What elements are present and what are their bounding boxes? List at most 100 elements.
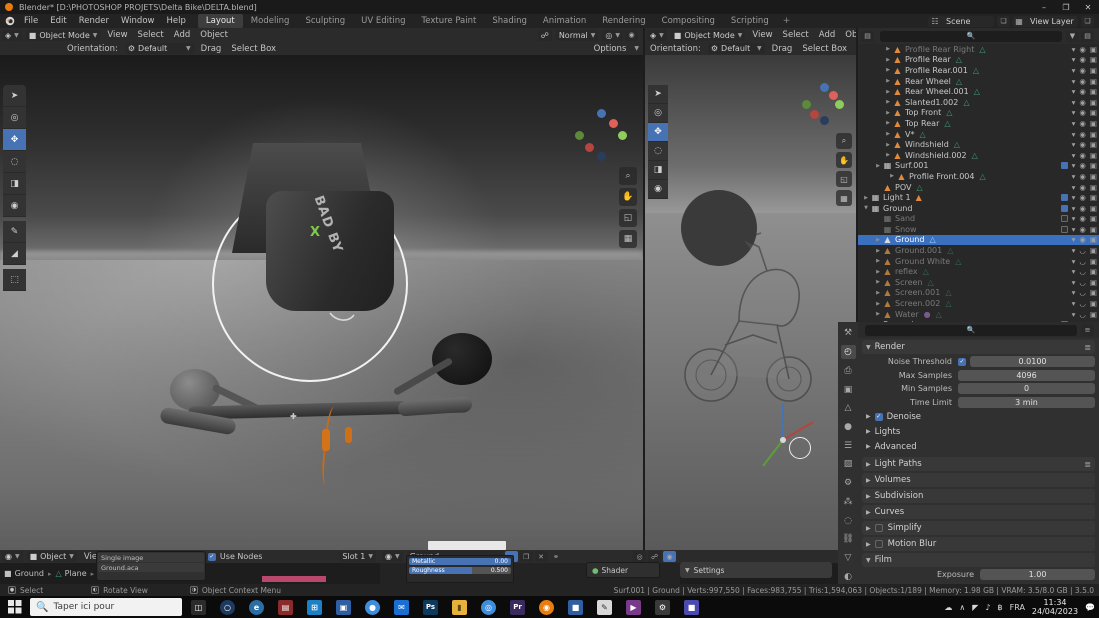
editor-type-button-right[interactable]: ◈▼	[647, 30, 667, 41]
editor-type-button-left[interactable]: ◈▼	[2, 30, 22, 41]
select-toggle-icon[interactable]: ▾	[1072, 151, 1076, 160]
store-icon[interactable]: ▤	[271, 596, 300, 618]
select-toggle-icon[interactable]: ▾	[1072, 45, 1076, 54]
orientation-dropdown-left[interactable]: ⚙ Default ▼	[125, 43, 194, 54]
scale-tool-icon[interactable]: ◨	[648, 161, 668, 180]
render-toggle-icon[interactable]: ▣	[1090, 299, 1097, 308]
viewport-menu-select-right[interactable]: Select	[778, 30, 814, 40]
workspace-tab-modeling[interactable]: Modeling	[243, 14, 298, 28]
hide-toggle-icon[interactable]: ◡	[1079, 257, 1086, 266]
disclosure-icon[interactable]: ▶	[884, 67, 892, 73]
outliner-row-profile-front-004[interactable]: ▶ ▲ Profile Front.004 △ ▾ ◉ ▣	[858, 171, 1099, 182]
outliner-row-v[interactable]: ▶ ▲ V* △ ▾ ◉ ▣	[858, 129, 1099, 140]
workspace-tab-sculpting[interactable]: Sculpting	[297, 14, 353, 28]
preset-menu-icon[interactable]: ≣	[1084, 460, 1091, 469]
network-icon[interactable]: ◤	[972, 603, 978, 612]
properties-panels[interactable]: ▼ Render ≣ Noise Threshold ✓ 0.0100 Max …	[858, 338, 1099, 584]
menu-edit[interactable]: Edit	[44, 14, 72, 28]
select-toggle-icon[interactable]: ▾	[1072, 214, 1076, 223]
outliner-row-profile-rear-right[interactable]: ▶ ▲ Profile Rear Right △ ▾ ◉ ▣	[858, 44, 1099, 55]
gizmo-axis-y-right[interactable]	[802, 100, 811, 109]
render-toggle-icon[interactable]: ▣	[1090, 278, 1097, 287]
gizmo-axis-neg-x[interactable]	[609, 119, 618, 128]
disclosure-icon[interactable]: ▶	[884, 89, 892, 95]
photoshop-icon[interactable]: Ps	[416, 596, 445, 618]
scene-tab[interactable]: △	[841, 401, 856, 416]
select-toggle-icon[interactable]: ▾	[1072, 172, 1076, 181]
options-button-left[interactable]: Options	[589, 44, 632, 54]
outliner-row-reflex[interactable]: ▶ ▲ reflex △ ▾ ◡ ▣	[858, 266, 1099, 277]
viewport-right-canvas[interactable]: ⌕ ✋ ◱ ▦ ➤ ◎ ✥ ◌ ◨ ◉	[645, 55, 856, 550]
select-toggle-icon[interactable]: ▾	[1072, 119, 1076, 128]
outliner-row-ground-001[interactable]: ▶ ▲ Ground.001 △ ▾ ◡ ▣	[858, 245, 1099, 256]
select-toggle-icon[interactable]: ▾	[1072, 299, 1076, 308]
settings-icon[interactable]: ⚙	[648, 596, 677, 618]
outliner-tree[interactable]: ▶ ▲ Profile Rear Right △ ▾ ◉ ▣ ▶ ▲ Profi…	[858, 44, 1099, 322]
outliner-row-water[interactable]: ▶ ▲ Water ● △ ▾ ◡ ▣	[858, 309, 1099, 320]
render-tab[interactable]: ◴	[841, 345, 856, 360]
data-tab[interactable]: ▽	[841, 551, 856, 566]
render-toggle-icon[interactable]: ▣	[1090, 225, 1097, 234]
outliner-row-screen[interactable]: ▶ ▲ Screen △ ▾ ◡ ▣	[858, 277, 1099, 288]
render-toggle-icon[interactable]: ▣	[1090, 204, 1097, 213]
panel-header-lights[interactable]: ▶ Lights	[862, 425, 1095, 438]
navigation-gizmo[interactable]	[575, 109, 627, 161]
workspace-tab-texture-paint[interactable]: Texture Paint	[414, 14, 485, 28]
select-toggle-icon[interactable]: ▾	[1072, 288, 1076, 297]
render-toggle-icon[interactable]: ▣	[1090, 183, 1097, 192]
workspace-tab-animation[interactable]: Animation	[535, 14, 594, 28]
task-view-icon[interactable]: ◫	[184, 596, 213, 618]
close-button[interactable]: ✕	[1077, 0, 1099, 14]
gizmo-axis-z[interactable]	[597, 109, 606, 118]
render-toggle-icon[interactable]: ▣	[1090, 257, 1097, 266]
render-toggle-icon[interactable]: ▣	[1090, 108, 1097, 117]
image-node-row-single-image[interactable]: Single image	[98, 553, 204, 562]
disclosure-icon[interactable]: ▶	[884, 46, 892, 52]
hide-toggle-icon[interactable]: ◡	[1079, 246, 1086, 255]
disclosure-icon[interactable]: ▶	[874, 269, 882, 275]
gizmo-axis-x[interactable]	[585, 143, 594, 152]
transform-tool-icon[interactable]: ◉	[648, 180, 668, 199]
render-toggle-icon[interactable]: ▣	[1090, 87, 1097, 96]
render-toggle-icon[interactable]: ▣	[1090, 235, 1097, 244]
render-toggle-icon[interactable]: ▣	[1090, 130, 1097, 139]
disclosure-icon[interactable]: ▶	[884, 152, 892, 158]
gizmo-axis-neg-x-right[interactable]	[829, 91, 838, 100]
viewport-left-canvas[interactable]: BAD BY X ✚ ⌕ ✋ ◱ ▦ ➤ ◎ ✥	[0, 55, 643, 550]
drag-value-left[interactable]: Select Box	[226, 44, 281, 54]
exclude-checkbox[interactable]	[1061, 215, 1068, 222]
workspace-tab-rendering[interactable]: Rendering	[594, 14, 653, 28]
options-button-right[interactable]: O	[852, 44, 856, 54]
camera-view-icon[interactable]: ◱	[619, 209, 637, 227]
disclosure-icon[interactable]: ▶	[884, 57, 892, 63]
move-view-icon[interactable]: ✋	[619, 188, 637, 206]
measure-tool-icon[interactable]: ◢	[3, 243, 26, 265]
maximize-button[interactable]: ❐	[1055, 0, 1077, 14]
disclosure-icon[interactable]: ▶	[874, 237, 882, 243]
volume-icon[interactable]: ♪	[985, 603, 990, 612]
select-toggle-icon[interactable]: ▾	[1072, 55, 1076, 64]
hide-toggle-icon[interactable]: ◡	[1079, 267, 1086, 276]
outliner-search-input[interactable]: 🔍	[880, 31, 1062, 42]
workspace-tab-compositing[interactable]: Compositing	[654, 14, 723, 28]
render-toggle-icon[interactable]: ▣	[1090, 193, 1097, 202]
select-toggle-icon[interactable]: ▾	[1072, 108, 1076, 117]
cursor-tool-icon[interactable]: ◎	[648, 104, 668, 123]
hide-toggle-icon[interactable]: ◉	[1079, 119, 1086, 128]
use-nodes-checkbox[interactable]: ✓	[208, 553, 216, 561]
outliner-row-profile-rear-001[interactable]: ▶ ▲ Profile Rear.001 △ ▾ ◉ ▣	[858, 65, 1099, 76]
render-toggle-icon[interactable]: ▣	[1090, 288, 1097, 297]
mail-icon[interactable]: ✉	[387, 596, 416, 618]
render-toggle-icon[interactable]: ▣	[1090, 267, 1097, 276]
blender-logo-icon[interactable]	[2, 14, 18, 28]
image-texture-node[interactable]: Single image Ground.aca	[96, 551, 206, 581]
hide-toggle-icon[interactable]: ◉	[1079, 45, 1086, 54]
drag-value-right[interactable]: Select Box	[797, 44, 852, 54]
disclosure-icon[interactable]: ▶	[874, 301, 882, 307]
noise-threshold-value[interactable]: 0.0100	[970, 356, 1095, 367]
outliner-row-rear-wheel-001[interactable]: ▶ ▲ Rear Wheel.001 △ ▾ ◉ ▣	[858, 86, 1099, 97]
hide-toggle-icon[interactable]: ◉	[1079, 108, 1086, 117]
image-editor-icon[interactable]: ◉▼	[382, 551, 403, 562]
particles-tab[interactable]: ⁂	[841, 494, 856, 509]
outliner-row-ground-collection[interactable]: ▼ ▦ Ground ▾ ◉ ▣	[858, 203, 1099, 214]
